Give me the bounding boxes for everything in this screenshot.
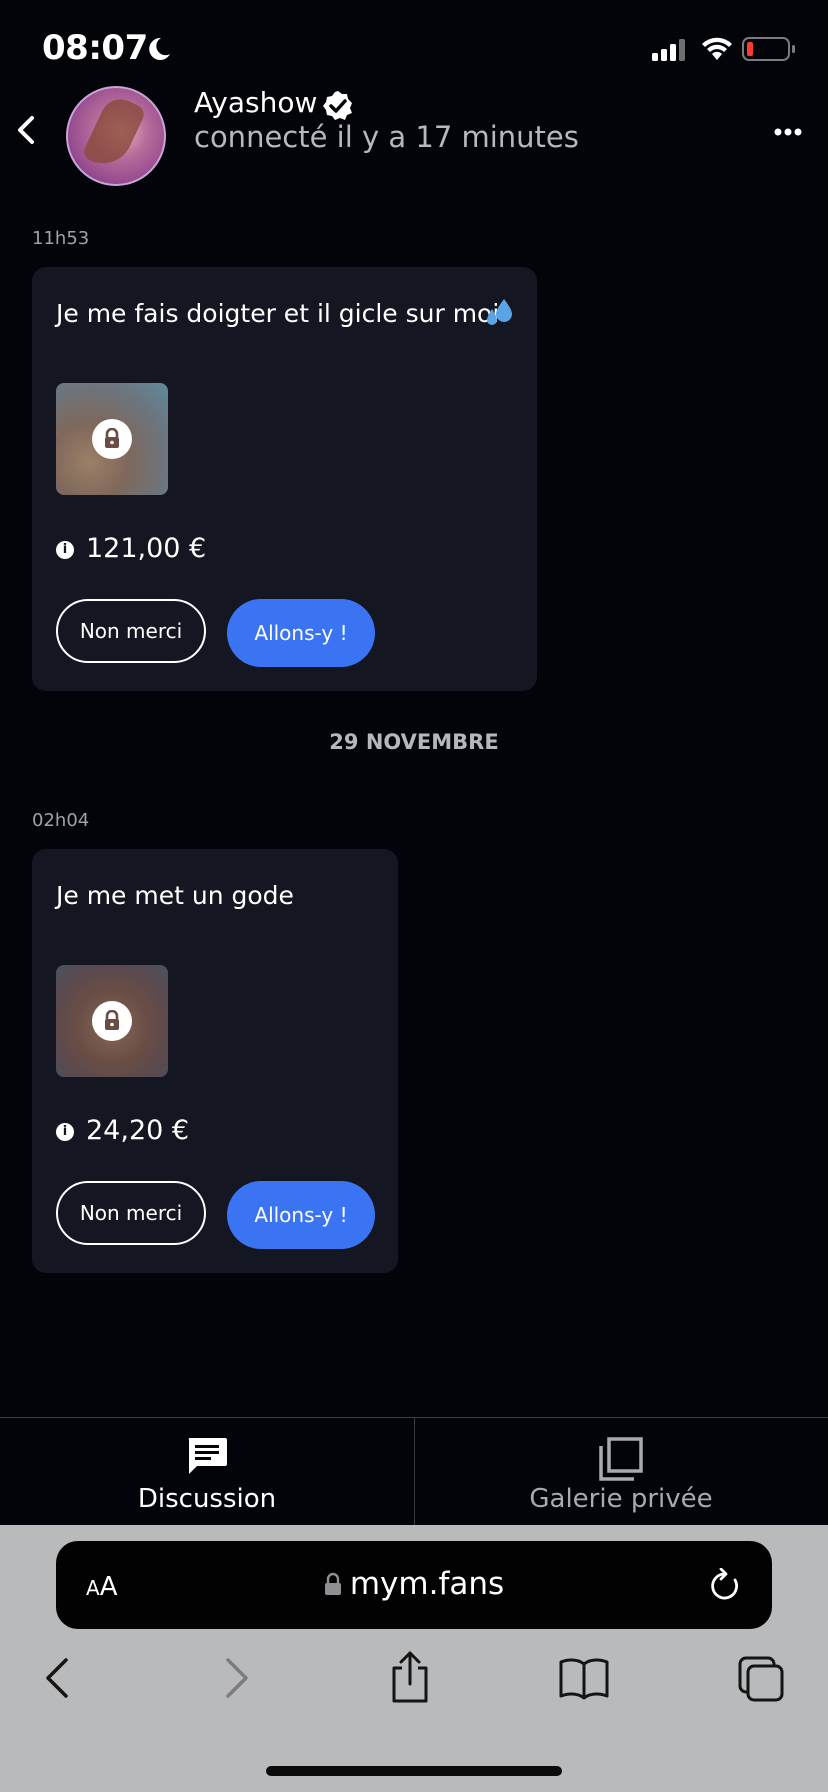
verified-badge-icon [323,91,352,120]
tab-discussion[interactable]: Discussion [0,1418,414,1526]
bookmarks-icon[interactable] [558,1656,610,1700]
unlock-button[interactable]: Allons-y ! [227,599,375,667]
paid-message-bubble: Je me fais doigter et il gicle sur moi i… [32,267,537,691]
browser-back-icon[interactable] [42,1656,72,1700]
locked-media-thumbnail[interactable] [56,383,168,495]
home-indicator [266,1766,562,1776]
lock-icon [92,419,132,459]
reload-icon[interactable] [708,1568,742,1604]
unlock-price: 121,00 € [86,533,207,564]
back-chevron-icon[interactable] [10,110,40,150]
tab-private-gallery[interactable]: Galerie privée [414,1418,828,1526]
unlock-price: 24,20 € [86,1115,190,1146]
locked-media-thumbnail[interactable] [56,965,168,1077]
status-time: 08:07 [42,28,148,68]
do-not-disturb-moon-icon [149,37,170,60]
creator-name[interactable]: Ayashow [194,86,317,119]
unlock-button[interactable]: Allons-y ! [227,1181,375,1249]
share-icon[interactable] [388,1650,432,1704]
wifi-icon [702,37,732,60]
battery-low-icon [742,37,795,61]
padlock-icon [324,1572,341,1595]
message-timestamp: 11h53 [32,228,90,249]
url-display[interactable]: mym.fans [0,1566,828,1602]
cellular-signal-icon [652,39,685,61]
decline-button[interactable]: Non merci [56,1181,206,1245]
browser-forward-icon[interactable] [222,1656,252,1700]
gallery-icon [599,1437,643,1481]
url-text: mym.fans [349,1566,505,1602]
droplets-emoji-icon [487,299,512,325]
info-icon[interactable]: i [56,1123,74,1141]
more-options-icon[interactable] [770,118,810,146]
avatar[interactable] [66,86,166,186]
message-timestamp: 02h04 [32,810,90,831]
decline-button[interactable]: Non merci [56,599,206,663]
chat-icon [188,1438,227,1474]
presence-status: connecté il y a 17 minutes [194,120,579,154]
tab-label: Galerie privée [529,1484,713,1514]
tab-label: Discussion [137,1484,277,1514]
message-text: Je me fais doigter et il gicle sur moi [56,299,500,328]
message-text: Je me met un gode [56,881,294,910]
bottom-tab-bar: Discussion Galerie privée [0,1417,828,1526]
lock-icon [92,1001,132,1041]
date-separator: 29 NOVEMBRE [329,730,499,754]
paid-message-bubble: Je me met un gode i 24,20 € Non merci Al… [32,849,398,1273]
info-icon[interactable]: i [56,541,74,559]
tabs-icon[interactable] [736,1654,786,1704]
